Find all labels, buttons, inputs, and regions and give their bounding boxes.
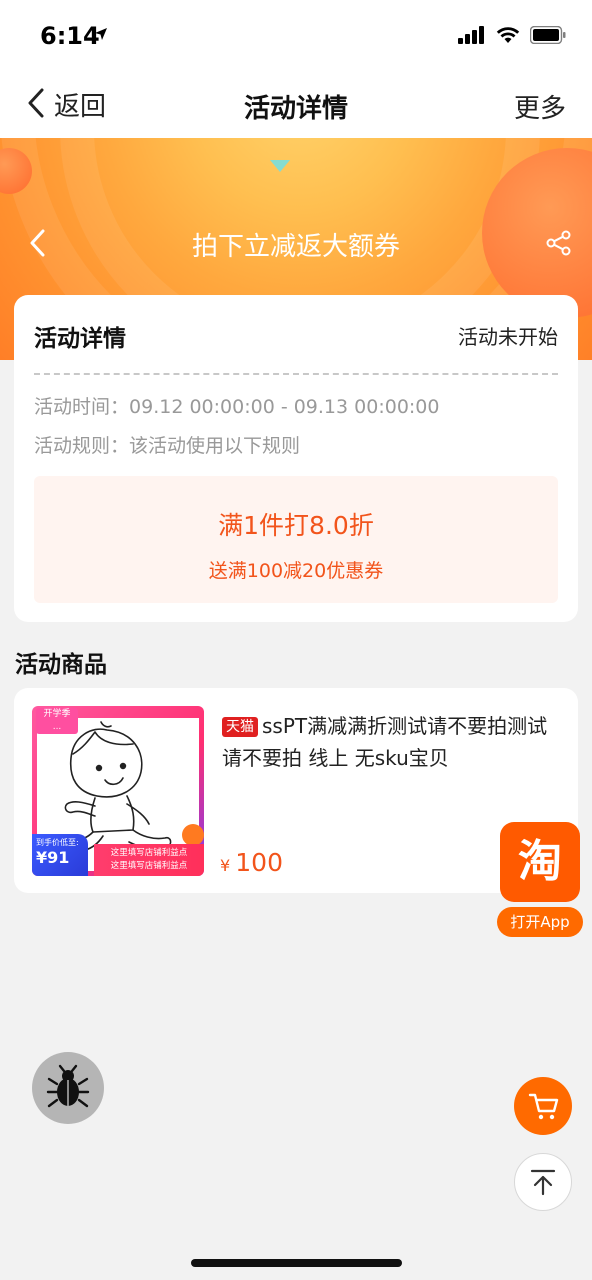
offer-main-text: 满1件打8.0折: [218, 511, 374, 540]
activity-status: 活动未开始: [458, 325, 558, 349]
thumbnail-tag-line1: 开学季: [43, 709, 71, 719]
tmall-badge: 天猫: [222, 717, 258, 737]
thumbnail-benefit-line1: 这里填写店铺利益点: [110, 848, 188, 858]
offer-box: 满1件打8.0折 送满100减20优惠券: [34, 476, 558, 603]
product-name: 天猫 ssPT满减满折测试请不要拍测试请不要拍 线上 无sku宝贝: [222, 710, 558, 774]
nav-bar: 返回 活动详情 更多: [0, 72, 592, 138]
home-indicator: [191, 1259, 402, 1267]
thumbnail-price-label: 到手价低至:: [36, 838, 79, 847]
arrow-up-icon: [530, 1169, 556, 1196]
product-card[interactable]: 开学季 ... 到手价低至: ¥91 这里填写店铺利益点 这里填写店铺利益点 天…: [14, 688, 578, 893]
offer-sub-text: 送满100减20优惠券: [208, 560, 384, 582]
debug-button[interactable]: [32, 1052, 104, 1124]
status-time: 6:14: [40, 22, 100, 50]
banner-decoration-triangle: [270, 160, 290, 172]
taobao-logo: 淘: [518, 836, 562, 887]
product-thumbnail: 开学季 ... 到手价低至: ¥91 这里填写店铺利益点 这里填写店铺利益点: [32, 706, 204, 876]
cart-icon: [528, 1093, 559, 1120]
cart-button[interactable]: [514, 1077, 572, 1135]
thumbnail-benefit-line2: 这里填写店铺利益点: [110, 861, 188, 871]
thumbnail-benefit-strip: 这里填写店铺利益点 这里填写店铺利益点: [94, 844, 204, 876]
bug-icon: [46, 1064, 90, 1108]
detail-title: 活动详情: [34, 326, 126, 352]
thumbnail-decoration: [182, 824, 204, 846]
detail-header: 活动详情 活动未开始: [34, 319, 558, 353]
share-icon[interactable]: [546, 230, 572, 260]
thumbnail-price: ¥91: [36, 848, 70, 867]
thumbnail-tag: 开学季 ...: [36, 708, 78, 734]
banner-title: 拍下立减返大额券: [191, 232, 400, 262]
signal-icon: [458, 26, 486, 48]
dashed-divider: [34, 373, 558, 375]
thumbnail-price-box: 到手价低至: ¥91: [32, 834, 88, 876]
taobao-app-icon[interactable]: 淘: [500, 822, 580, 902]
back-to-top-button[interactable]: [514, 1153, 572, 1211]
activity-rule-label: 活动规则：: [34, 435, 130, 457]
activity-time-row: 活动时间：09.12 00:00:00 - 09.13 00:00:00: [34, 392, 439, 419]
battery-icon: [529, 25, 566, 48]
price-currency: ¥: [220, 856, 231, 875]
status-indicators: [458, 25, 566, 48]
location-arrow-icon: [94, 26, 108, 45]
activity-rule-value: 该活动使用以下规则: [129, 435, 301, 457]
more-button[interactable]: 更多: [514, 88, 566, 125]
status-bar: 6:14: [0, 0, 592, 72]
activity-time-value: 09.12 00:00:00 - 09.13 00:00:00: [129, 396, 440, 418]
products-section-title: 活动商品: [15, 652, 107, 678]
page-title: 活动详情: [243, 94, 348, 124]
activity-time-label: 活动时间：: [34, 396, 130, 418]
activity-detail-card: 活动详情 活动未开始 活动时间：09.12 00:00:00 - 09.13 0…: [14, 295, 578, 622]
open-app-button[interactable]: 打开App: [497, 907, 583, 937]
thumbnail-tag-line2: ...: [52, 722, 62, 732]
product-price: ¥ 100: [220, 848, 283, 877]
price-value: 100: [235, 848, 283, 877]
activity-rule-row: 活动规则：该活动使用以下规则: [34, 431, 300, 458]
product-name-text: ssPT满减满折测试请不要拍测试请不要拍 线上 无sku宝贝: [222, 714, 548, 770]
wifi-icon: [496, 26, 520, 48]
